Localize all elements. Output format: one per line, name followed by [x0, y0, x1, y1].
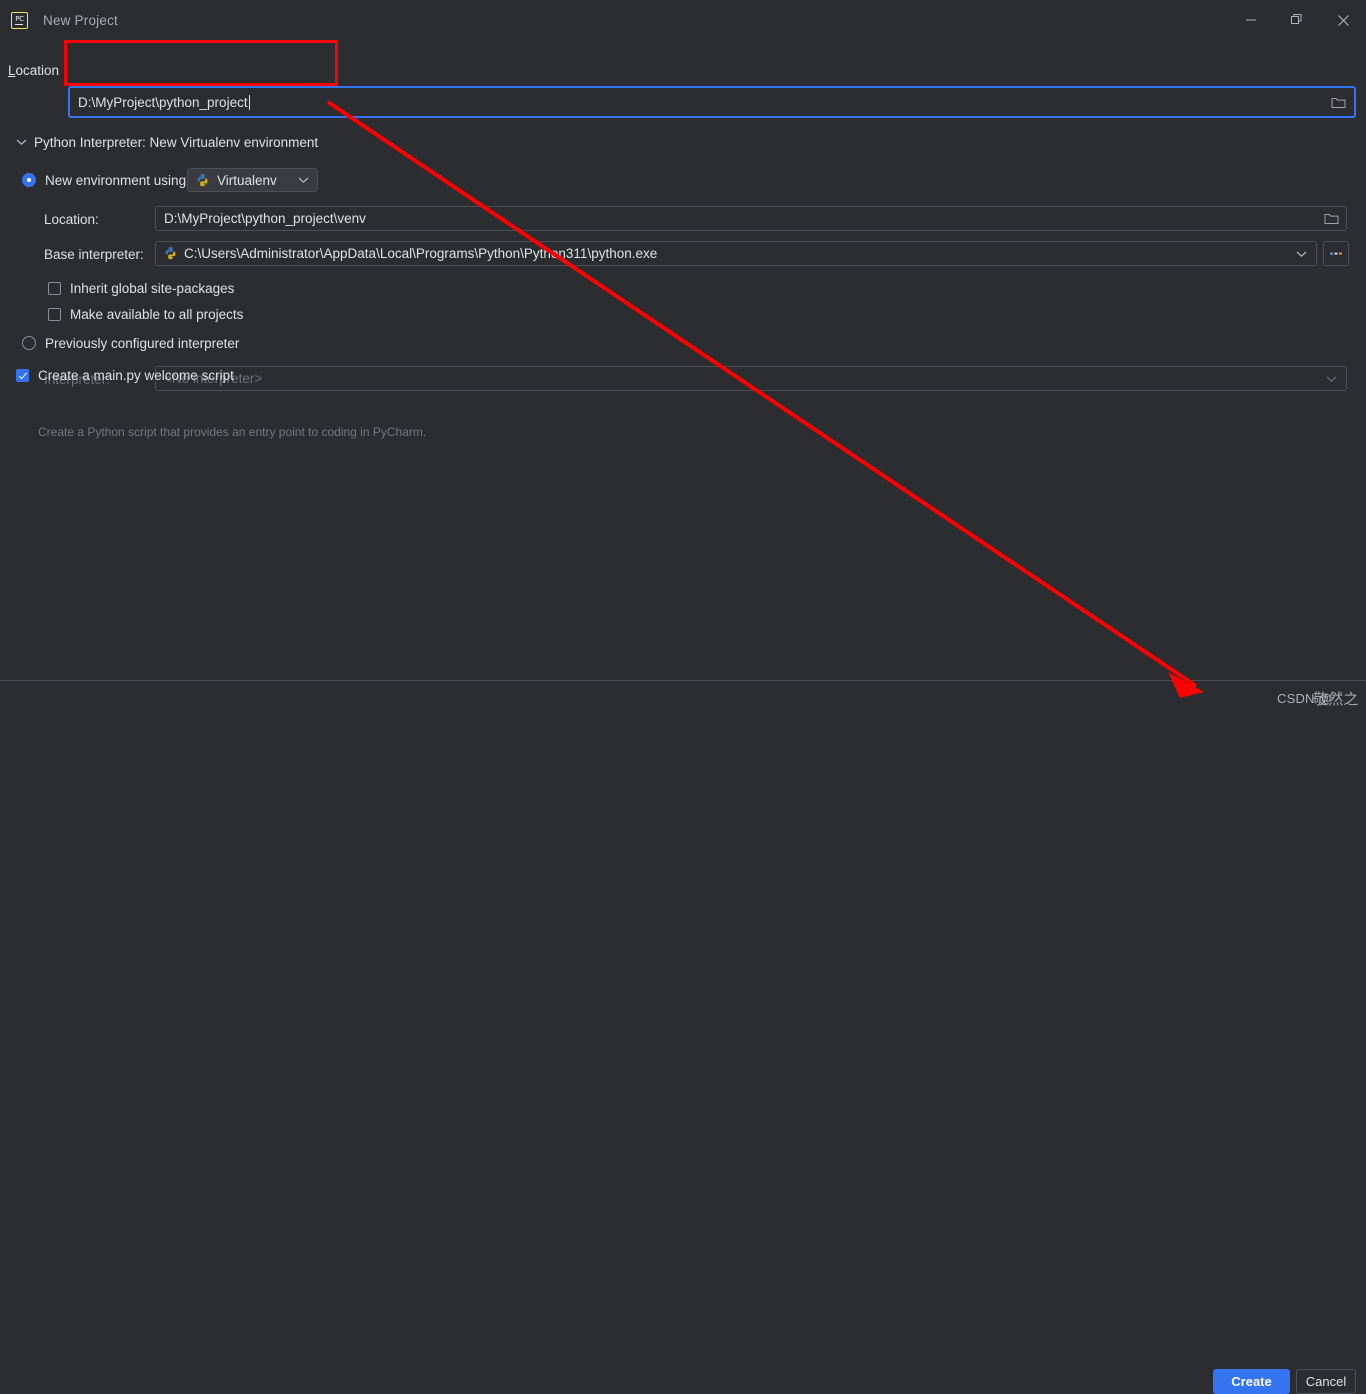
window-title: New Project — [43, 12, 118, 28]
checkbox-label: Create a main.py welcome script — [38, 367, 234, 383]
radio-previously-configured-indicator — [22, 336, 36, 350]
base-interpreter-browse-button[interactable] — [1323, 241, 1349, 266]
radio-new-environment[interactable]: New environment using — [22, 170, 186, 190]
checkbox-create-main-py[interactable]: Create a main.py welcome script — [16, 366, 234, 384]
close-icon[interactable] — [1320, 0, 1366, 40]
venv-location-input[interactable]: D:\MyProject\python_project\venv — [155, 206, 1347, 231]
location-label-mnemonic: L — [8, 62, 16, 78]
restore-icon[interactable] — [1274, 0, 1320, 40]
chevron-down-icon — [1323, 371, 1339, 387]
env-type-value: Virtualenv — [217, 172, 277, 188]
python-icon — [163, 246, 178, 261]
location-input[interactable]: D:\MyProject\python_project — [68, 86, 1356, 118]
title-bar: PC New Project — [0, 0, 1366, 40]
checkbox-label: Inherit global site-packages — [70, 280, 235, 296]
folder-icon[interactable] — [1323, 211, 1339, 227]
checkbox-inherit-global-site-packages[interactable]: Inherit global site-packages — [48, 279, 234, 297]
base-interpreter-label-row: Base interpreter: — [44, 242, 154, 266]
checkbox-make-available-to-all-projects[interactable]: Make available to all projects — [48, 305, 243, 323]
env-type-dropdown[interactable]: Virtualenv — [187, 168, 318, 192]
venv-location-label: Location: — [44, 211, 99, 227]
radio-previously-configured-label: Previously configured interpreter — [45, 335, 240, 351]
venv-location-label-row: Location: — [44, 207, 154, 231]
python-venv-icon — [195, 173, 210, 188]
location-label: Location — [8, 63, 70, 78]
window-controls — [1228, 0, 1366, 40]
create-button[interactable]: Create — [1213, 1369, 1290, 1394]
base-interpreter-label: Base interpreter: — [44, 246, 144, 262]
checkbox-indicator — [16, 368, 29, 382]
chevron-down-icon — [298, 171, 309, 189]
base-interpreter-value: C:\Users\Administrator\AppData\Local\Pro… — [184, 246, 658, 261]
interpreter-section-title: Python Interpreter: New Virtualenv envir… — [34, 134, 319, 150]
folder-icon[interactable] — [1328, 92, 1348, 112]
cancel-button[interactable]: Cancel — [1296, 1369, 1356, 1394]
pycharm-icon-text: PC — [15, 14, 24, 23]
location-label-rest: ocation — [15, 62, 60, 78]
text-caret — [248, 94, 250, 110]
chevron-down-icon[interactable] — [1293, 246, 1309, 262]
minimize-icon[interactable] — [1228, 0, 1274, 40]
checkbox-label: Make available to all projects — [70, 306, 244, 322]
dialog-content: Location D:\MyProject\python_project Pyt… — [0, 40, 1366, 680]
welcome-script-hint: Create a Python script that provides an … — [38, 425, 427, 439]
checkbox-indicator — [48, 281, 61, 295]
base-interpreter-dropdown[interactable]: C:\Users\Administrator\AppData\Local\Pro… — [155, 241, 1317, 266]
radio-previously-configured-interpreter[interactable]: Previously configured interpreter — [22, 333, 239, 353]
location-input-value: D:\MyProject\python_project — [78, 94, 248, 110]
checkbox-indicator — [48, 307, 61, 321]
pycharm-icon: PC — [11, 11, 28, 29]
radio-new-environment-label: New environment using — [45, 172, 187, 188]
chevron-down-icon — [14, 135, 28, 149]
radio-new-environment-indicator — [22, 173, 36, 187]
interpreter-section-header[interactable]: Python Interpreter: New Virtualenv envir… — [14, 132, 318, 152]
venv-location-value: D:\MyProject\python_project\venv — [164, 211, 366, 226]
interpreter-dropdown[interactable]: <No interpreter> — [155, 366, 1347, 391]
dialog-footer: Create Cancel — [0, 681, 1366, 1394]
